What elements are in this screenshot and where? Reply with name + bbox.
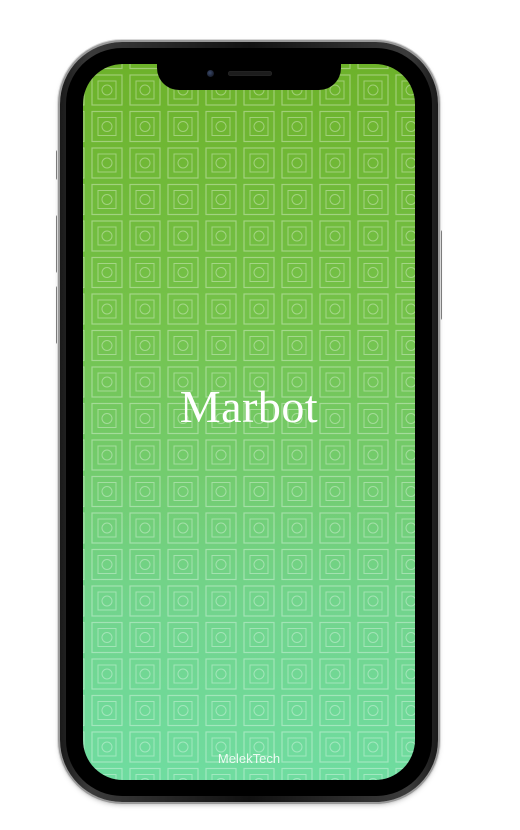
footer-brand: MelekTech	[217, 751, 281, 766]
front-camera-icon	[207, 70, 214, 77]
stage: Marbot MelekTech	[0, 0, 520, 830]
app-title: Marbot	[179, 381, 319, 432]
speaker-grille-icon	[228, 71, 272, 76]
